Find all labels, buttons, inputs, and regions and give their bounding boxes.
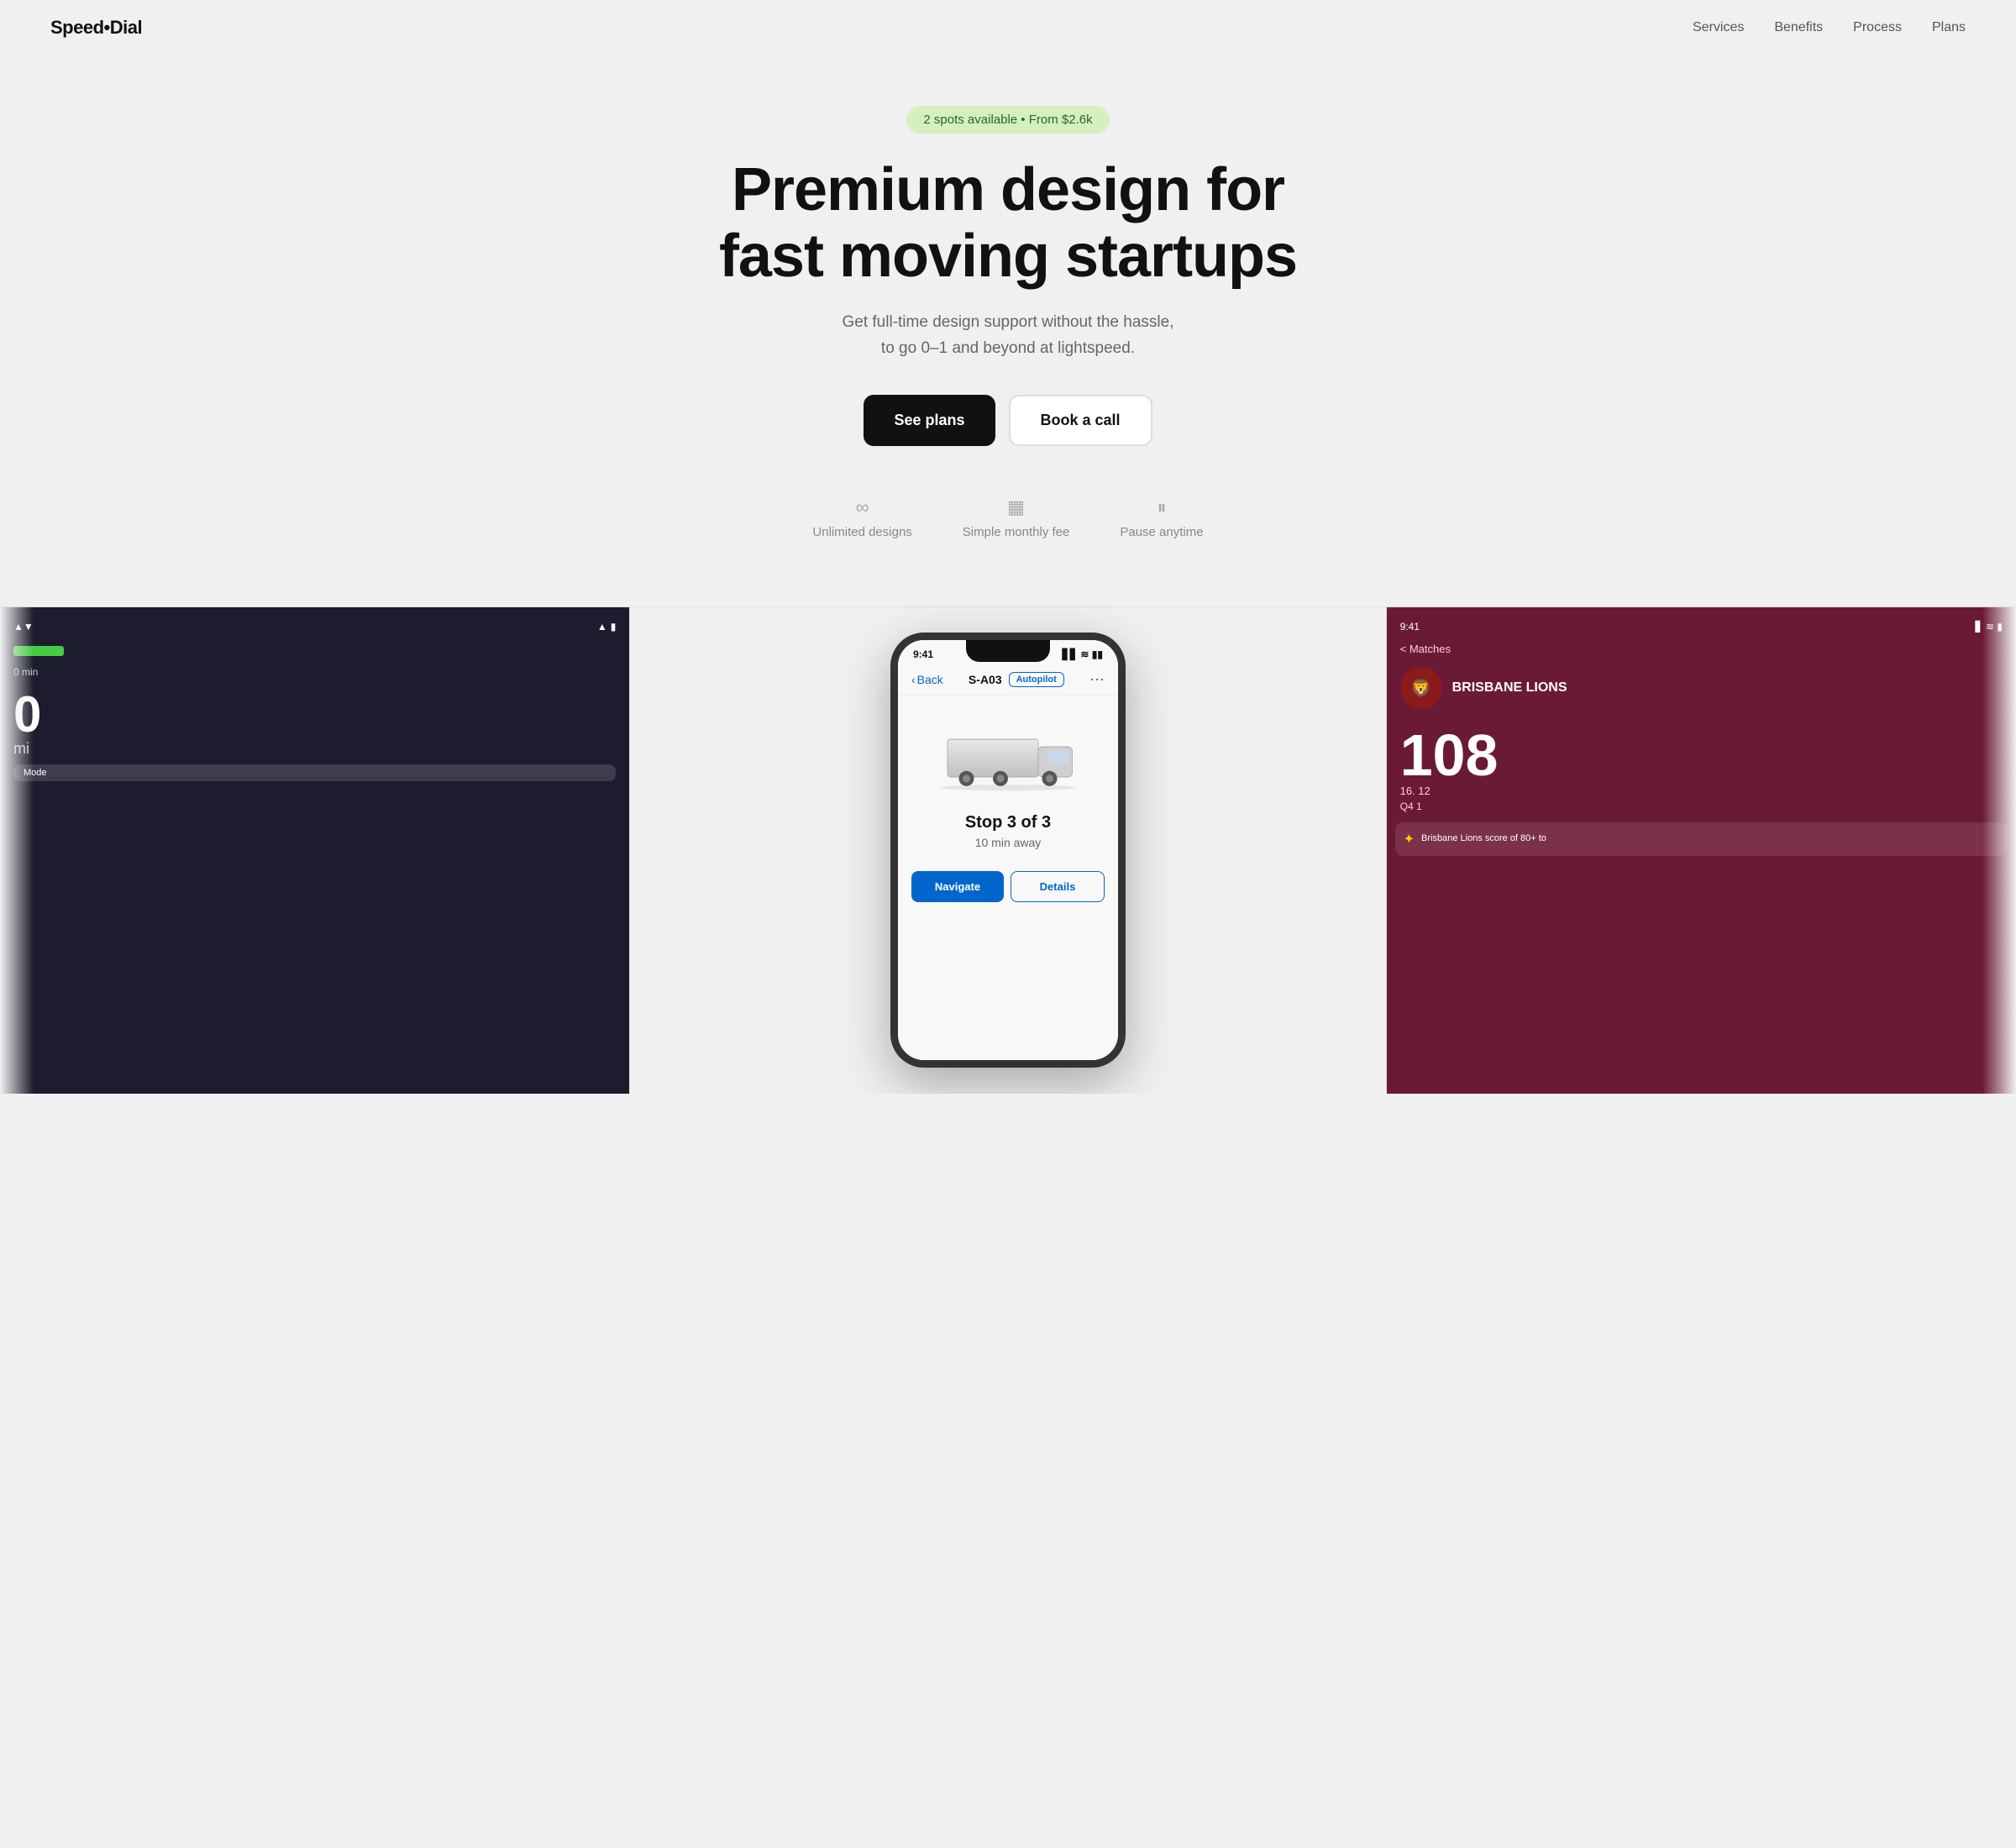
feature-monthly: ▦ Simple monthly fee [963, 496, 1070, 539]
feature-unlimited-label: Unlimited designs [812, 525, 911, 539]
navbar: Speed•Dial Services Benefits Process Pla… [0, 0, 2016, 55]
team-name: BRISBANE LIONS [1452, 680, 1567, 696]
left-fade-overlay [0, 607, 34, 1094]
hero-section: 2 spots available • From $2.6k Premium d… [0, 55, 2016, 606]
left-phone-screen: ▲▼ ▲ ▮ 0 min 0 mi Mode [0, 607, 629, 1094]
hero-subtitle: Get full-time design support without the… [843, 310, 1174, 361]
stop-title: Stop 3 of 3 [915, 813, 1101, 832]
center-time: 9:41 [913, 648, 933, 660]
hero-cta-buttons: See plans Book a call [864, 395, 1152, 446]
left-status-bar: ▲▼ ▲ ▮ [0, 607, 629, 639]
time-remaining: 0 min [0, 663, 629, 681]
battery-icon: ▮ [611, 621, 617, 633]
team-logo-area: 🦁 BRISBANE LIONS [1387, 659, 2016, 717]
truck-illustration [932, 712, 1084, 796]
right-phone-screen: 9:41 ▋ ≋ ▮ < Matches 🦁 BRISBANE LIONS 10… [1387, 607, 2016, 1094]
stop-subtitle: 10 min away [915, 836, 1101, 849]
feature-pause: ⏸ Pause anytime [1120, 496, 1203, 539]
mode-badge: Mode [13, 764, 616, 781]
center-phone-panel: 9:41 ▋▋ ≋ ▮▮ ‹ Back S-A03 Autopilot ··· [630, 607, 1386, 1094]
pause-icon: ⏸ [1157, 496, 1166, 518]
hero-title: Premium design for fast moving startups [719, 157, 1297, 290]
see-plans-button[interactable]: See plans [864, 395, 995, 446]
ticket-id: S-A03 [969, 673, 1002, 686]
news-text: Brisbane Lions score of 80+ to [1421, 832, 1546, 845]
quarter-info: Q4 1 [1387, 797, 2016, 816]
right-phone-panel: 9:41 ▋ ≋ ▮ < Matches 🦁 BRISBANE LIONS 10… [1387, 607, 2016, 1094]
autopilot-badge: Autopilot [1009, 672, 1064, 687]
nav-plans[interactable]: Plans [1932, 20, 1966, 34]
left-phone-panel: ▲▼ ▲ ▮ 0 min 0 mi Mode [0, 607, 630, 1094]
center-nav-bar: ‹ Back S-A03 Autopilot ··· [898, 664, 1118, 696]
features-list: ∞ Unlimited designs ▦ Simple monthly fee… [812, 496, 1203, 539]
left-signal-icons: ▲ ▮ [597, 621, 617, 633]
center-signal: ▋▋ ≋ ▮▮ [1063, 648, 1103, 660]
nav-process[interactable]: Process [1853, 20, 1902, 34]
calendar-icon: ▦ [1007, 496, 1025, 518]
action-buttons: Navigate Details [898, 858, 1118, 916]
nav-benefits[interactable]: Benefits [1774, 20, 1823, 34]
truck-image [898, 696, 1118, 805]
nav-services[interactable]: Services [1693, 20, 1744, 34]
distance-display: 0 [0, 681, 629, 740]
team-emblem: 🦁 [1400, 667, 1442, 709]
score-display: 108 [1387, 717, 2016, 785]
right-fade-overlay [1982, 607, 2016, 1094]
menu-dots-button[interactable]: ··· [1089, 670, 1105, 688]
feature-pause-label: Pause anytime [1120, 525, 1203, 539]
matches-back-button[interactable]: < Matches [1387, 639, 2016, 659]
details-button[interactable]: Details [1011, 871, 1105, 902]
spark-icon: ✦ [1404, 831, 1415, 848]
back-button[interactable]: ‹ Back [911, 673, 943, 686]
brand-logo[interactable]: Speed•Dial [50, 17, 142, 39]
center-notch [966, 640, 1050, 662]
wifi-icon: ▲ [597, 621, 607, 633]
distance-unit: mi [0, 740, 629, 758]
center-phone-screen: 9:41 ▋▋ ≋ ▮▮ ‹ Back S-A03 Autopilot ··· [898, 640, 1118, 1060]
infinity-icon: ∞ [856, 496, 869, 518]
stop-info: Stop 3 of 3 10 min away [898, 805, 1118, 858]
feature-unlimited: ∞ Unlimited designs [812, 496, 911, 539]
availability-badge: 2 spots available • From $2.6k [906, 106, 1109, 134]
center-phone-mockup: 9:41 ▋▋ ≋ ▮▮ ‹ Back S-A03 Autopilot ··· [890, 633, 1126, 1068]
phones-section: ▲▼ ▲ ▮ 0 min 0 mi Mode 9:41 ▋▋ ≋ ▮▮ [0, 606, 2016, 1094]
nav-links: Services Benefits Process Plans [1693, 20, 1966, 35]
feature-monthly-label: Simple monthly fee [963, 525, 1070, 539]
book-call-button[interactable]: Book a call [1009, 395, 1152, 446]
chevron-left-icon: ‹ [911, 673, 916, 686]
navigate-button[interactable]: Navigate [911, 871, 1004, 902]
right-status-bar: 9:41 ▋ ≋ ▮ [1387, 607, 2016, 639]
news-card: ✦ Brisbane Lions score of 80+ to [1395, 822, 2008, 856]
right-time: 9:41 [1400, 621, 1420, 633]
